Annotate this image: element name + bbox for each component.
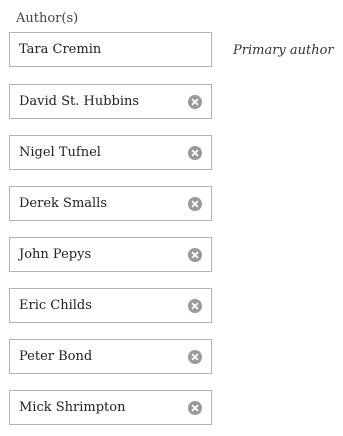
author-row[interactable]: Nigel Tufnel [9,135,212,170]
remove-circle-x-icon [191,98,199,106]
author-input[interactable]: Eric Childs [19,289,92,322]
author-row[interactable]: Derek Smalls [9,186,212,221]
author-input[interactable]: John Pepys [19,238,91,271]
remove-circle-x-icon [191,149,199,157]
remove-circle-x-icon [191,200,199,208]
author-input[interactable]: Mick Shrimpton [19,391,125,424]
author-input[interactable]: Tara Cremin [19,33,101,66]
remove-circle-x-icon [191,251,199,259]
remove-circle-x-icon [191,353,199,361]
author-input[interactable]: Derek Smalls [19,187,107,220]
remove-author-button[interactable] [188,401,202,415]
remove-author-button[interactable] [188,146,202,160]
remove-circle-x-icon [191,404,199,412]
authors-field-label: Author(s) [16,11,79,26]
primary-author-note: Primary author [233,43,334,58]
remove-author-button[interactable] [188,350,202,364]
author-row[interactable]: David St. Hubbins [9,84,212,119]
remove-circle-x-icon [191,302,199,310]
author-row[interactable]: John Pepys [9,237,212,272]
author-row[interactable]: Peter Bond [9,339,212,374]
remove-author-button[interactable] [188,197,202,211]
remove-author-button[interactable] [188,299,202,313]
author-row[interactable]: Mick Shrimpton [9,390,212,425]
author-input[interactable]: Peter Bond [19,340,92,373]
author-row[interactable]: Eric Childs [9,288,212,323]
author-input[interactable]: David St. Hubbins [19,85,139,118]
author-input[interactable]: Nigel Tufnel [19,136,101,169]
author-row-primary[interactable]: Tara Cremin [9,32,212,67]
remove-author-button[interactable] [188,95,202,109]
remove-author-button[interactable] [188,248,202,262]
